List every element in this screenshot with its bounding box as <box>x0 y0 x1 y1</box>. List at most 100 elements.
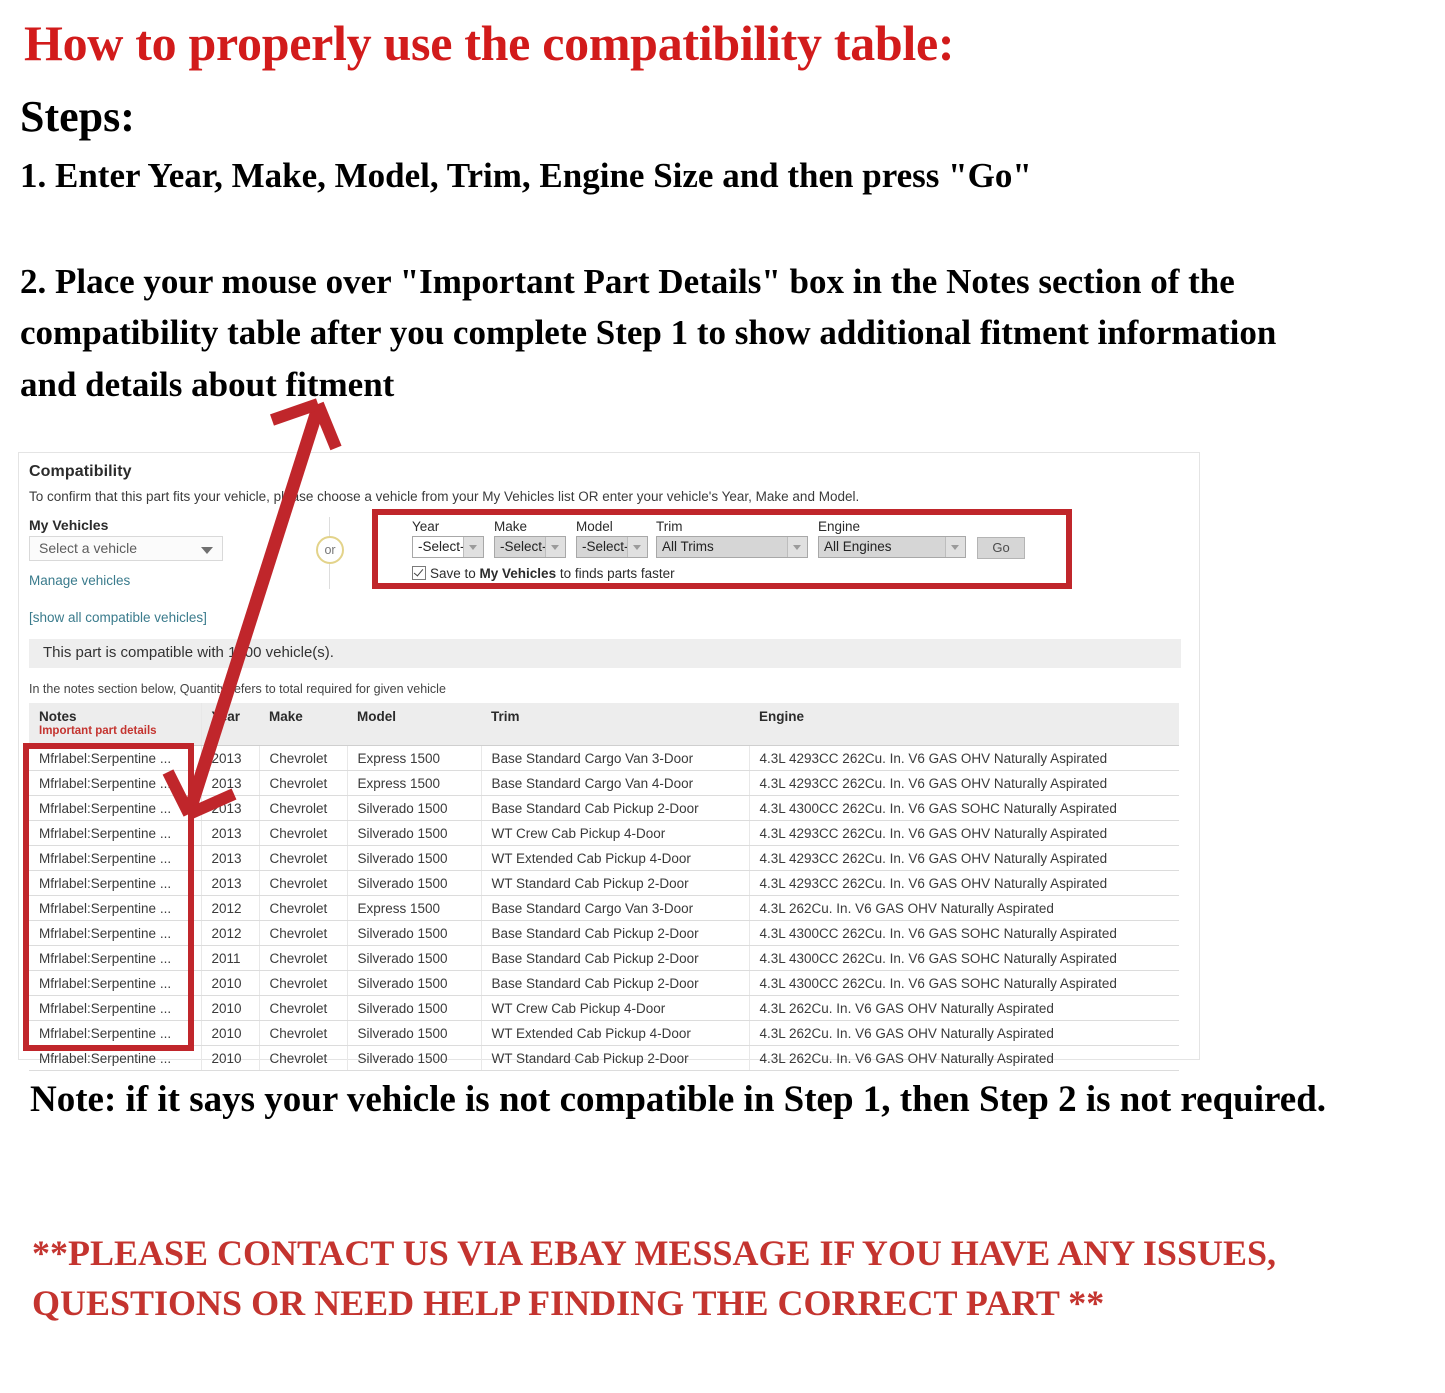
cell-make: Chevrolet <box>259 920 348 946</box>
table-row: Mfrlabel:Serpentine ... 2013 Chevrolet Silv… <box>29 820 1179 846</box>
model-label: Model <box>576 519 613 534</box>
cell-notes[interactable]: Mfrlabel:Serpentine ... <box>29 1045 202 1071</box>
cell-engine: 4.3L 4293CC 262Cu. In. V6 GAS OHV Natura… <box>749 845 1179 871</box>
page-title: How to properly use the compatibility ta… <box>24 15 955 71</box>
table-row: Mfrlabel:Serpentine ... 2012 Chevrolet Silv… <box>29 920 1179 946</box>
step-one-text: 1. Enter Year, Make, Model, Trim, Engine… <box>20 156 1032 195</box>
cell-trim: Base Standard Cab Pickup 2-Door <box>481 970 750 996</box>
cell-year: 2010 <box>201 970 260 996</box>
cell-engine: 4.3L 4300CC 262Cu. In. V6 GAS SOHC Natur… <box>749 970 1179 996</box>
cell-year: 2010 <box>201 1045 260 1071</box>
compatible-count-bar: This part is compatible with 1000 vehicl… <box>29 639 1181 668</box>
cell-trim: WT Extended Cab Pickup 4-Door <box>481 845 750 871</box>
note-text: Note: if it says your vehicle is not com… <box>30 1079 1327 1120</box>
important-part-details-label: Important part details <box>39 725 157 737</box>
table-row: Mfrlabel:Serpentine ... 2010 Chevrolet Silv… <box>29 995 1179 1021</box>
trim-field-group: Trim All Trims <box>656 519 808 558</box>
cell-year: 2010 <box>201 1020 260 1046</box>
engine-select-value: All Engines <box>824 539 892 554</box>
cell-notes[interactable]: Mfrlabel:Serpentine ... <box>29 770 202 796</box>
quantity-note: In the notes section below, Quantity ref… <box>29 682 446 696</box>
cell-notes[interactable]: Mfrlabel:Serpentine ... <box>29 745 202 771</box>
engine-label: Engine <box>818 519 861 534</box>
cell-year: 2011 <box>201 945 260 971</box>
cell-notes[interactable]: Mfrlabel:Serpentine ... <box>29 1020 202 1046</box>
cell-engine: 4.3L 262Cu. In. V6 GAS OHV Naturally Asp… <box>749 895 1179 921</box>
save-to-my-vehicles-checkbox[interactable] <box>412 566 426 580</box>
cell-engine: 4.3L 262Cu. In. V6 GAS OHV Naturally Asp… <box>749 995 1179 1021</box>
cell-notes[interactable]: Mfrlabel:Serpentine ... <box>29 870 202 896</box>
year-select-value: -Select- <box>418 539 465 554</box>
compatibility-table-body: Mfrlabel:Serpentine ... 2013 Chevrolet Expr… <box>29 745 1179 1071</box>
cell-trim: WT Standard Cab Pickup 2-Door <box>481 870 750 896</box>
cell-model: Silverado 1500 <box>347 920 482 946</box>
cell-make: Chevrolet <box>259 795 348 821</box>
cell-engine: 4.3L 262Cu. In. V6 GAS OHV Naturally Asp… <box>749 1020 1179 1046</box>
cell-notes[interactable]: Mfrlabel:Serpentine ... <box>29 995 202 1021</box>
table-row: Mfrlabel:Serpentine ... 2010 Chevrolet Silv… <box>29 1045 1179 1071</box>
year-label: Year <box>412 519 440 534</box>
cell-model: Express 1500 <box>347 895 482 921</box>
cell-notes[interactable]: Mfrlabel:Serpentine ... <box>29 845 202 871</box>
my-vehicles-select[interactable]: Select a vehicle <box>29 536 223 561</box>
my-vehicles-label: My Vehicles <box>29 517 109 533</box>
table-row: Mfrlabel:Serpentine ... 2012 Chevrolet Expr… <box>29 895 1179 921</box>
cell-year: 2013 <box>201 820 260 846</box>
cell-make: Chevrolet <box>259 945 348 971</box>
table-row: Mfrlabel:Serpentine ... 2013 Chevrolet Silv… <box>29 845 1179 871</box>
cell-make: Chevrolet <box>259 970 348 996</box>
cell-notes[interactable]: Mfrlabel:Serpentine ... <box>29 920 202 946</box>
contact-text: **PLEASE CONTACT US VIA EBAY MESSAGE IF … <box>32 1233 1277 1324</box>
cell-notes[interactable]: Mfrlabel:Serpentine ... <box>29 820 202 846</box>
my-vehicles-select-value: Select a vehicle <box>39 540 138 556</box>
cell-year: 2013 <box>201 870 260 896</box>
cell-notes[interactable]: Mfrlabel:Serpentine ... <box>29 895 202 921</box>
cell-engine: 4.3L 4293CC 262Cu. In. V6 GAS OHV Natura… <box>749 770 1179 796</box>
cell-make: Chevrolet <box>259 770 348 796</box>
save-suffix-text: to finds parts faster <box>556 566 675 581</box>
chevron-down-icon <box>945 537 965 557</box>
go-button[interactable]: Go <box>977 537 1025 559</box>
column-header-trim: Trim <box>481 703 749 746</box>
cell-make: Chevrolet <box>259 820 348 846</box>
year-select[interactable]: -Select- <box>412 536 484 558</box>
cell-notes[interactable]: Mfrlabel:Serpentine ... <box>29 945 202 971</box>
save-to-my-vehicles-row[interactable]: Save to My Vehicles to finds parts faste… <box>412 566 675 581</box>
compatibility-table-header: Notes Important part details Year Make M… <box>29 703 1179 746</box>
chevron-down-icon <box>463 537 483 557</box>
cell-engine: 4.3L 4300CC 262Cu. In. V6 GAS SOHC Natur… <box>749 920 1179 946</box>
table-row: Mfrlabel:Serpentine ... 2010 Chevrolet Silv… <box>29 1020 1179 1046</box>
cell-model: Silverado 1500 <box>347 795 482 821</box>
cell-notes[interactable]: Mfrlabel:Serpentine ... <box>29 970 202 996</box>
cell-trim: Base Standard Cargo Van 3-Door <box>481 895 750 921</box>
cell-notes[interactable]: Mfrlabel:Serpentine ... <box>29 795 202 821</box>
cell-model: Silverado 1500 <box>347 945 482 971</box>
cell-trim: WT Extended Cab Pickup 4-Door <box>481 1020 750 1046</box>
engine-select[interactable]: All Engines <box>818 536 966 558</box>
cell-model: Express 1500 <box>347 770 482 796</box>
steps-label: Steps: <box>20 92 135 141</box>
cell-year: 2013 <box>201 795 260 821</box>
show-all-compatible-vehicles-link[interactable]: [show all compatible vehicles] <box>29 610 207 625</box>
chevron-down-icon <box>545 537 565 557</box>
trim-select[interactable]: All Trims <box>656 536 808 558</box>
table-row: Mfrlabel:Serpentine ... 2013 Chevrolet Silv… <box>29 870 1179 896</box>
cell-make: Chevrolet <box>259 745 348 771</box>
cell-engine: 4.3L 4293CC 262Cu. In. V6 GAS OHV Natura… <box>749 820 1179 846</box>
cell-trim: WT Standard Cab Pickup 2-Door <box>481 1045 750 1071</box>
column-header-notes: Notes Important part details <box>29 703 202 746</box>
make-select[interactable]: -Select- <box>494 536 566 558</box>
cell-make: Chevrolet <box>259 845 348 871</box>
make-field-group: Make -Select- <box>494 519 566 558</box>
cell-trim: WT Crew Cab Pickup 4-Door <box>481 995 750 1021</box>
cell-model: Silverado 1500 <box>347 845 482 871</box>
chevron-down-icon <box>787 537 807 557</box>
table-row: Mfrlabel:Serpentine ... 2013 Chevrolet Expr… <box>29 745 1179 771</box>
column-header-year: Year <box>201 703 259 746</box>
model-select[interactable]: -Select- <box>576 536 648 558</box>
manage-vehicles-link[interactable]: Manage vehicles <box>29 573 130 588</box>
table-row: Mfrlabel:Serpentine ... 2011 Chevrolet Silv… <box>29 945 1179 971</box>
cell-trim: Base Standard Cab Pickup 2-Door <box>481 945 750 971</box>
compatibility-heading: Compatibility <box>29 463 132 480</box>
table-header-row: Notes Important part details Year Make M… <box>29 703 1179 746</box>
